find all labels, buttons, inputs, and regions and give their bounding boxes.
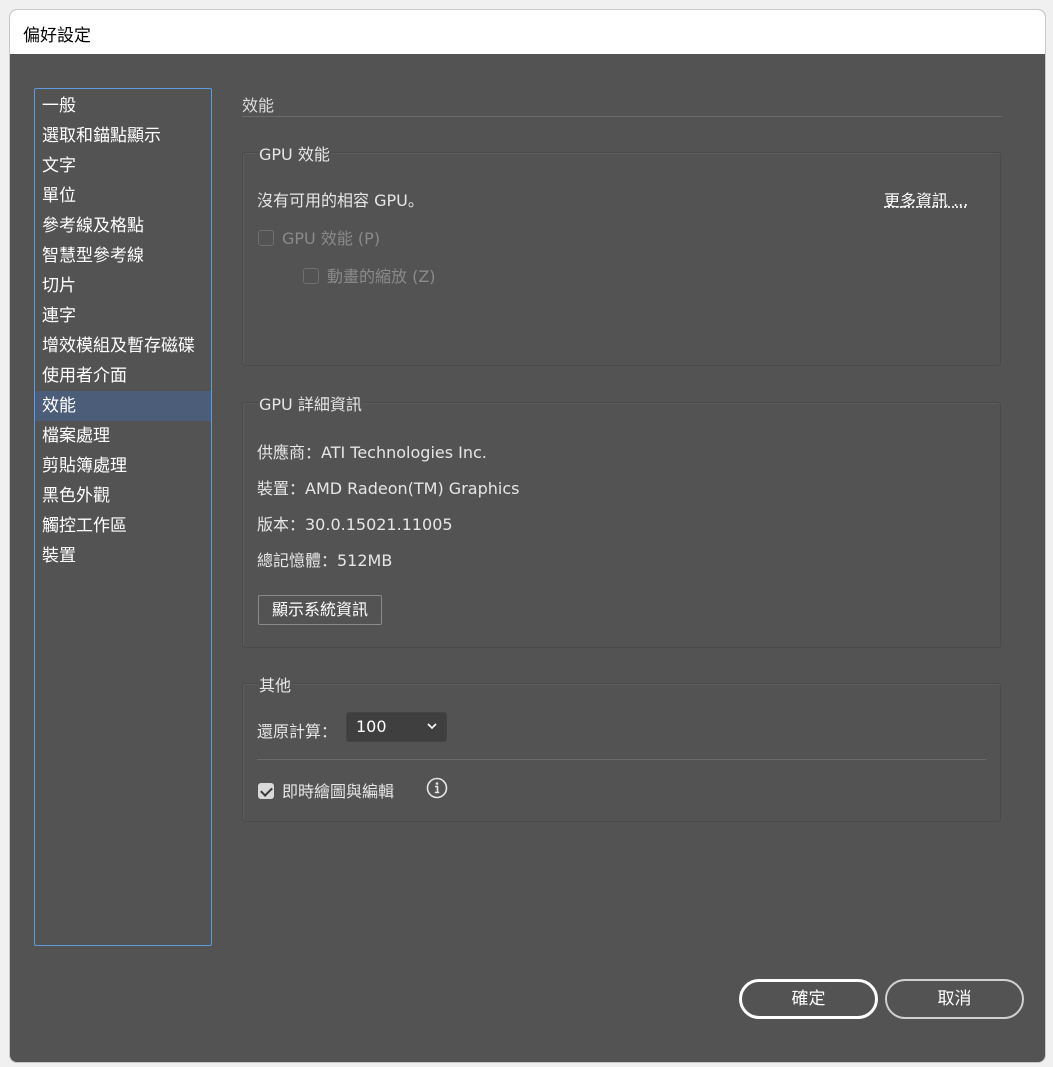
gpu-performance-label: GPU 效能 (P)	[282, 229, 381, 248]
cancel-button[interactable]: 取消	[885, 979, 1024, 1019]
animated-zoom-label: 動畫的縮放 (Z)	[327, 267, 436, 286]
sidebar-item-clipboard-handling[interactable]: 剪貼簿處理	[35, 451, 211, 481]
gpu-performance-checkbox[interactable]: GPU 效能 (P)	[258, 225, 380, 249]
show-system-info-button[interactable]: 顯示系統資訊	[258, 595, 383, 625]
gpu-device-text: 裝置：AMD Radeon(TM) Graphics	[257, 479, 520, 498]
sidebar-item-slices[interactable]: 切片	[35, 271, 211, 301]
more-info-link[interactable]: 更多資訊 ...	[884, 187, 968, 211]
divider	[257, 759, 986, 760]
undo-count-select[interactable]: 100	[346, 712, 447, 742]
group-title-other: 其他	[258, 672, 293, 696]
sidebar-item-selection-anchor-display[interactable]: 選取和錨點顯示	[35, 121, 211, 151]
sidebar-item-user-interface[interactable]: 使用者介面	[35, 361, 211, 391]
sidebar-item-appearance-of-black[interactable]: 黑色外觀	[35, 481, 211, 511]
main-panel: 效能 GPU 效能 沒有可用的相容 GPU。 更多資訊 ... GPU 效能 (…	[242, 88, 1002, 822]
sidebar-item-devices[interactable]: 裝置	[35, 541, 211, 571]
sidebar-item-file-handling[interactable]: 檔案處理	[35, 421, 211, 451]
checkbox-icon[interactable]	[303, 268, 319, 284]
sidebar-item-units[interactable]: 單位	[35, 181, 211, 211]
group-title-gpu-performance: GPU 效能	[258, 141, 331, 165]
sidebar: 一般 選取和錨點顯示 文字 單位 參考線及格點 智慧型參考線 切片 連字 增效模…	[34, 88, 212, 946]
sidebar-item-type[interactable]: 文字	[35, 151, 211, 181]
sidebar-item-performance[interactable]: 效能	[35, 391, 211, 421]
page-title: 效能	[242, 88, 1002, 117]
gpu-status-text: 沒有可用的相容 GPU。	[257, 191, 424, 210]
sidebar-item-plugins-scratch-disks[interactable]: 增效模組及暫存磁碟	[35, 331, 211, 361]
window-title: 偏好設定	[10, 10, 1045, 54]
undo-count-value: 100	[356, 717, 387, 736]
gpu-performance-group: GPU 效能 沒有可用的相容 GPU。 更多資訊 ... GPU 效能 (P) …	[242, 141, 1001, 366]
group-title-gpu-details: GPU 詳細資訊	[258, 391, 363, 415]
gpu-vendor-text: 供應商：ATI Technologies Inc.	[257, 443, 487, 462]
sidebar-item-guides-grid[interactable]: 參考線及格點	[35, 211, 211, 241]
gpu-version-text: 版本：30.0.15021.11005	[257, 515, 453, 534]
animated-zoom-checkbox[interactable]: 動畫的縮放 (Z)	[303, 263, 436, 287]
ok-button[interactable]: 確定	[739, 979, 878, 1019]
gpu-memory-text: 總記憶體：512MB	[257, 551, 393, 570]
chevron-down-icon	[427, 723, 437, 730]
checkbox-icon[interactable]	[258, 230, 274, 246]
gpu-details-group: GPU 詳細資訊 供應商：ATI Technologies Inc. 裝置：AM…	[242, 391, 1001, 648]
sidebar-item-touch-workspace[interactable]: 觸控工作區	[35, 511, 211, 541]
checkbox-icon[interactable]	[258, 783, 274, 799]
preferences-dialog: 偏好設定 一般 選取和錨點顯示 文字 單位 參考線及格點 智慧型參考線 切片 連…	[9, 9, 1046, 1063]
live-draw-label: 即時繪圖與編輯	[282, 782, 395, 801]
other-group: 其他 還原計算： 100 即時繪圖與編輯	[242, 672, 1001, 822]
live-draw-checkbox[interactable]: 即時繪圖與編輯	[258, 778, 394, 802]
sidebar-item-smart-guides[interactable]: 智慧型參考線	[35, 241, 211, 271]
info-icon[interactable]	[426, 777, 448, 799]
sidebar-item-general[interactable]: 一般	[35, 91, 211, 121]
sidebar-item-hyphenation[interactable]: 連字	[35, 301, 211, 331]
undo-count-label: 還原計算：	[257, 722, 338, 741]
